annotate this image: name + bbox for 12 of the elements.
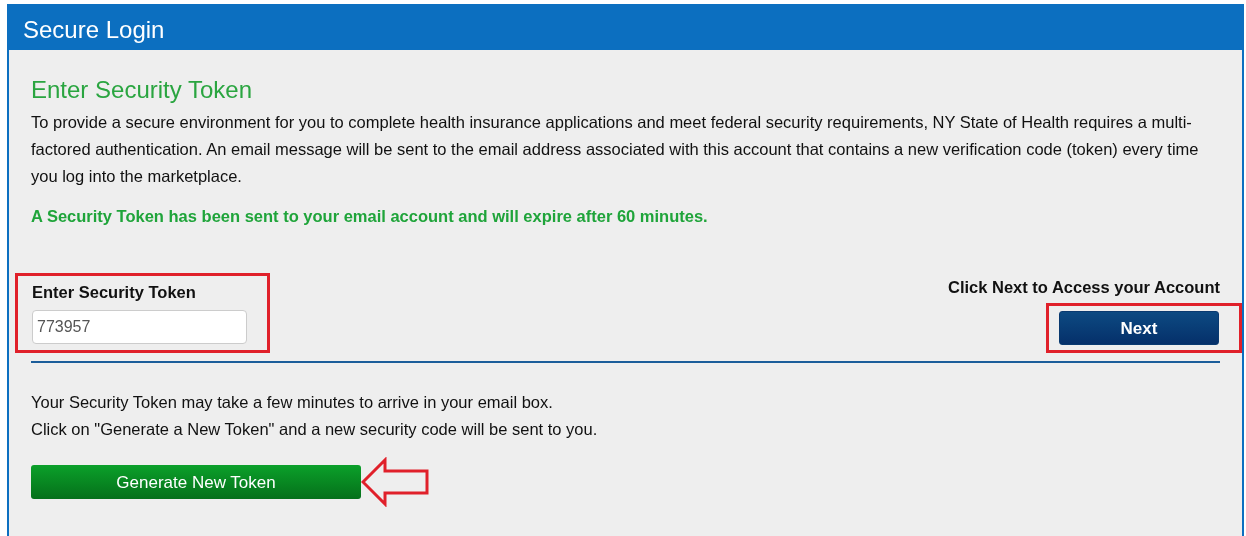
- next-hint: Click Next to Access your Account: [947, 276, 1220, 298]
- token-field[interactable]: 773957: [32, 310, 247, 345]
- notice-text: A Security Token has been sent to your email account and will expire after 60 minutes.: [31, 205, 709, 227]
- section-heading: Enter Security Token: [31, 76, 253, 105]
- help-text: Your Security Token may take a few minutes to arrive in your email box.: [31, 392, 554, 414]
- field-label: Enter Security Token: [32, 281, 197, 303]
- help-text: Click on "Generate a New Token" and a new security code will be sent to you.: [31, 419, 599, 441]
- next-button[interactable]: Next: [1059, 311, 1219, 346]
- window-title: Secure Login: [9, 6, 1242, 50]
- generate-token-button[interactable]: Generate New Token: [31, 465, 361, 500]
- arrow-icon: [361, 457, 429, 508]
- intro-paragraph: To provide a secure environment for you to complete health insurance applications and meet federal security requirements, NY State of Health requires a multi-factored authentication. An email message will be sent to the email address associated with this account that contains a new verification code (token) every time you log into the marketplace.: [31, 111, 1200, 187]
